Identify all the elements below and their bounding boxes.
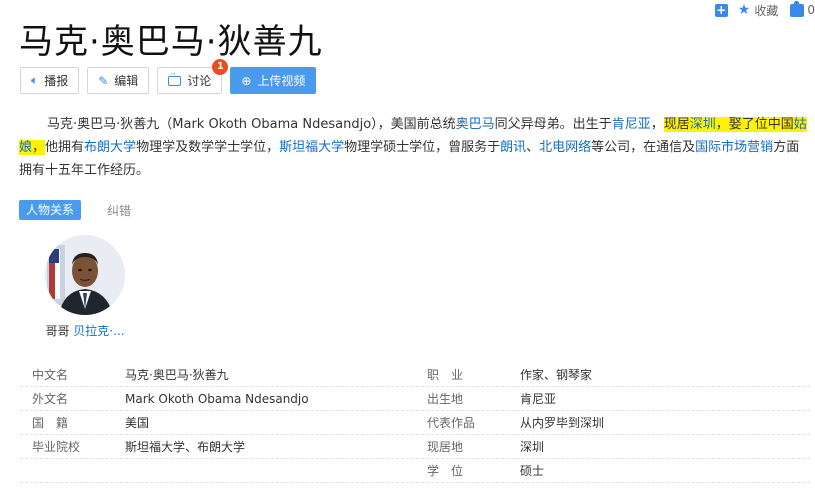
info-cell: 代表作品 从内罗毕到深圳 [415,414,810,431]
basic-info-table: 中文名 马克·奥巴马·狄善九 职 业 作家、钢琴家 外文名 Mark Okoth… [20,363,810,483]
table-row: 国 籍 美国 代表作品 从内罗毕到深圳 [20,411,810,435]
info-key: 国 籍 [32,416,69,430]
discuss-badge: 1 [212,59,229,75]
link-obama[interactable]: 奥巴马 [456,117,495,132]
summary-text: 马克·奥巴马·狄善九（Mark Okoth Obama Ndesandjo），美… [47,117,456,132]
broadcast-button[interactable]: 🔈︎ 播报 [20,67,80,94]
broadcast-label: 播报 [44,74,69,88]
info-cell: 中文名 马克·奥巴马·狄善九 [20,366,415,383]
link-nortel[interactable]: 北电网络 [539,140,591,155]
info-key: 职 业 [427,368,464,382]
summary-text: 现居 [663,117,690,132]
info-cell: 现居地 深圳 [415,438,810,455]
pencil-icon: ✎ [98,73,109,88]
chat-icon [168,70,182,86]
info-value-link[interactable]: 美国 [125,414,149,431]
info-cell: 职 业 作家、钢琴家 [415,366,810,383]
relation-type: 哥哥 [45,324,70,338]
summary-text: 他拥有 [45,140,85,155]
add-icon[interactable]: + [714,3,728,17]
info-value: Mark Okoth Obama Ndesandjo [125,391,309,406]
relations-tabs: 人物关系 纠错 [19,200,131,220]
upload-video-label: 上传视频 [257,74,306,88]
table-row: 学 位 硕士 [20,459,810,483]
info-value-link[interactable]: 硕士 [520,462,544,479]
like-count: 0 [807,3,815,17]
summary-paragraph: 马克·奥巴马·狄善九（Mark Okoth Obama Ndesandjo），美… [19,113,809,182]
plus-circle-icon: ⊕ [241,73,252,88]
info-value-link[interactable]: 斯坦福大学、布朗大学 [125,438,245,455]
info-value: 马克·奥巴马·狄善九 [125,368,229,382]
upload-video-button[interactable]: ⊕ 上传视频 [230,67,317,94]
link-international-marketing[interactable]: 国际市场营销 [695,140,773,155]
relation-person-card[interactable]: 哥哥 贝拉克·... [40,235,130,339]
info-cell: 毕业院校 斯坦福大学、布朗大学 [20,438,415,455]
toolbar: 🔈︎ 播报 ✎ 编辑 讨论 1 ⊕ 上传视频 [20,59,317,94]
info-cell: 外文名 Mark Okoth Obama Ndesandjo [20,390,415,407]
page-title: 马克·奥巴马·狄善九 [19,22,323,62]
star-icon: ★ [737,2,751,18]
info-cell: 出生地 肯尼亚 [415,390,810,407]
summary-text: 、 [526,140,540,155]
top-actions: + ★ 收藏 0 [714,0,815,20]
link-kenya[interactable]: 肯尼亚 [612,117,651,132]
discuss-label: 讨论 [187,74,212,88]
info-key: 出生地 [427,392,464,406]
link-lucent[interactable]: 朗讯 [500,140,526,155]
edit-button[interactable]: ✎ 编辑 [87,67,150,94]
tab-relations[interactable]: 人物关系 [19,200,82,220]
info-key: 外文名 [32,392,69,406]
info-key: 代表作品 [427,416,476,430]
link-stanford-university[interactable]: 斯坦福大学 [279,140,344,155]
info-value-link[interactable]: 作家、钢琴家 [520,366,592,383]
summary-text: ， [650,117,664,132]
info-cell: 国 籍 美国 [20,414,415,431]
avatar[interactable] [45,235,125,315]
summary-text: 等公司，在通信及 [591,140,696,155]
info-key: 中文名 [32,368,69,382]
summary-text: 物理学硕士学位，曾服务于 [344,140,501,155]
speaker-icon: 🔈︎ [31,73,39,87]
relation-person-caption: 哥哥 贝拉克·... [40,322,130,339]
tab-correct[interactable]: 纠错 [107,202,131,219]
table-row: 外文名 Mark Okoth Obama Ndesandjo 出生地 肯尼亚 [20,387,810,411]
discuss-button[interactable]: 讨论 1 [157,59,229,94]
info-cell: 学 位 硕士 [415,462,810,479]
info-key: 学 位 [427,464,464,478]
summary-text: 同父异母弟。出生于 [494,117,612,132]
summary-text: ，娶了位中国 [715,117,794,132]
info-key: 现居地 [427,440,464,454]
relation-person-name[interactable]: 贝拉克·... [73,324,124,338]
summary-text: 物理学及数学学士学位， [136,140,280,155]
summary-text: ， [32,140,46,155]
info-value-link[interactable]: 从内罗毕到深圳 [520,414,604,431]
table-row: 中文名 马克·奥巴马·狄善九 职 业 作家、钢琴家 [20,363,810,387]
portrait-image [45,235,125,315]
table-row: 毕业院校 斯坦福大学、布朗大学 现居地 深圳 [20,435,810,459]
link-shenzhen[interactable]: 深圳 [690,117,716,132]
info-key: 毕业院校 [32,440,81,454]
link-brown-university[interactable]: 布朗大学 [84,140,136,155]
collect-label: 收藏 [754,3,779,18]
collect-button[interactable]: ★ 收藏 [738,2,779,19]
edit-label: 编辑 [114,74,139,88]
info-value-link[interactable]: 肯尼亚 [520,390,556,407]
info-value-link[interactable]: 深圳 [520,438,544,455]
thumbs-up-icon[interactable] [790,3,805,17]
